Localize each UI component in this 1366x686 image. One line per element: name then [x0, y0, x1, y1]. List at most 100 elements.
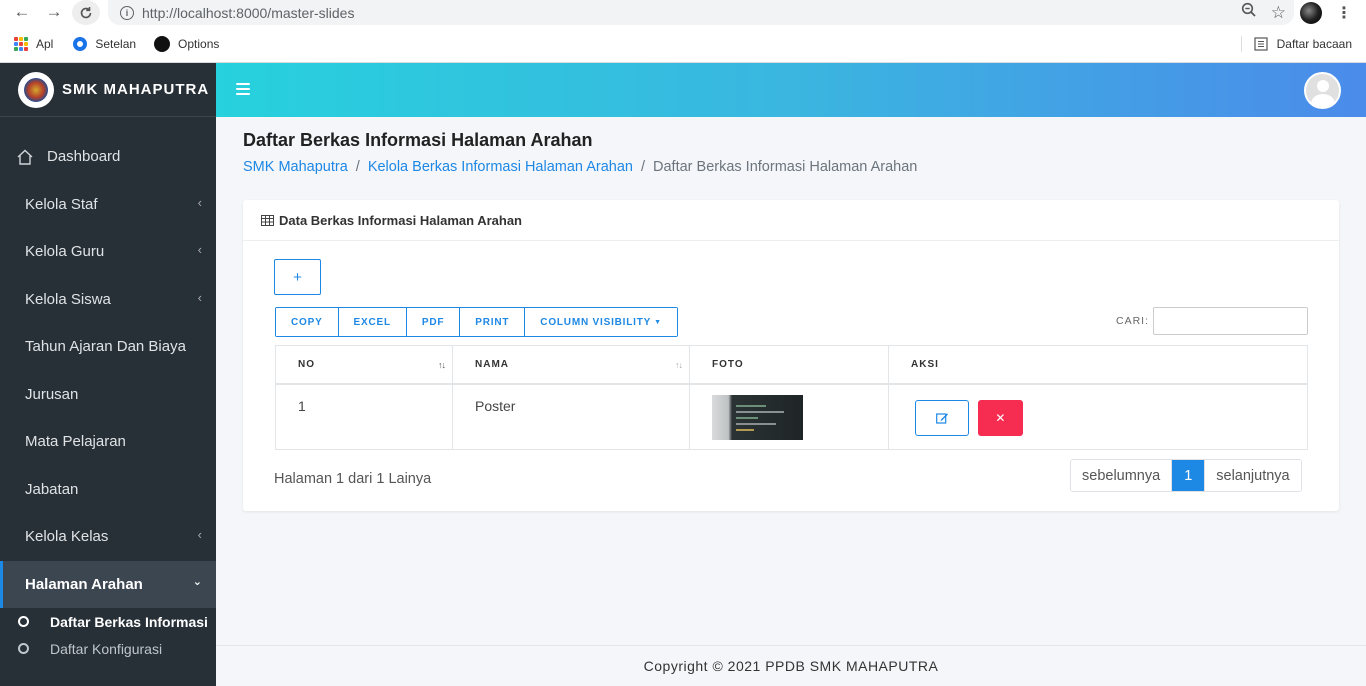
forward-icon[interactable]: → [44, 2, 64, 22]
poster-thumbnail[interactable] [712, 394, 803, 440]
card-title: Data Berkas Informasi Halaman Arahan [279, 212, 523, 228]
cell-nama: Poster [452, 383, 690, 450]
edit-icon [935, 412, 948, 424]
browser-toolbar: ← → i http://localhost:8000/master-slide… [0, 0, 1366, 25]
sidebar-item-mata-pelajaran[interactable]: Mata Pelajaran [0, 418, 216, 466]
breadcrumb-current: Daftar Berkas Informasi Halaman Arahan [653, 159, 918, 175]
table-icon [261, 214, 274, 226]
profile-avatar[interactable] [1300, 1, 1322, 24]
url-text: http://localhost:8000/master-slides [142, 4, 355, 21]
reading-list[interactable]: Daftar bacaan [1240, 25, 1352, 63]
sidebar-item-label: Tahun Ajaran Dan Biaya [25, 338, 186, 356]
sidebar-item-dashboard[interactable]: Dashboard [0, 133, 216, 181]
breadcrumb-link-home[interactable]: SMK Mahaputra [243, 159, 348, 175]
caret-down-icon: ▼ [654, 318, 662, 326]
cell-aksi: ✕ [888, 383, 1308, 450]
sidebar-subitem-label: Daftar Berkas Informasi [50, 613, 208, 630]
pagination-page-1[interactable]: 1 [1171, 460, 1205, 491]
brand[interactable]: SMK MAHAPUTRA [0, 63, 216, 117]
sidebar-subitem-daftar-konfigurasi[interactable]: Daftar Konfigurasi [0, 635, 216, 662]
page-title: Daftar Berkas Informasi Halaman Arahan [243, 130, 593, 150]
pagination: sebelumnya 1 selanjutnya [1070, 459, 1302, 492]
bookmarks-bar: Apl Setelan Options Daftar bacaan [0, 25, 1366, 63]
bookmark-star-icon[interactable]: ☆ [1271, 3, 1286, 23]
sidebar: SMK MAHAPUTRA Dashboard Kelola Staf ‹ Ke… [0, 63, 216, 686]
bookmark-settings[interactable]: Setelan [73, 36, 137, 51]
column-visibility-button[interactable]: COLUMN VISIBILITY ▼ [525, 308, 677, 336]
school-logo [18, 71, 54, 108]
chevron-left-icon: ‹ [197, 527, 202, 542]
reading-list-label: Daftar bacaan [1276, 37, 1352, 51]
settings-icon [73, 36, 88, 51]
copy-button[interactable]: COPY [276, 308, 339, 336]
back-icon[interactable]: ← [12, 2, 32, 22]
sidebar-item-kelola-staf[interactable]: Kelola Staf ‹ [0, 181, 216, 229]
export-button-group: COPY EXCEL PDF PRINT COLUMN VISIBILITY ▼ [275, 307, 678, 337]
brand-name: SMK MAHAPUTRA [62, 81, 210, 98]
bookmark-label: Apl [36, 36, 54, 51]
table-info: Halaman 1 dari 1 Lainya [274, 471, 432, 487]
site-info-icon[interactable]: i [120, 5, 134, 20]
sort-icon: ↑↓ [438, 360, 446, 370]
chevron-down-icon: ⌄ [192, 575, 202, 588]
cell-no: 1 [275, 383, 453, 450]
bookmark-options[interactable]: Options [154, 35, 220, 52]
circle-icon [18, 616, 29, 627]
breadcrumb-link-kelola[interactable]: Kelola Berkas Informasi Halaman Arahan [368, 159, 633, 175]
sidebar-item-jabatan[interactable]: Jabatan [0, 466, 216, 514]
add-button[interactable]: + [274, 259, 321, 295]
reading-list-icon [1254, 37, 1268, 51]
excel-button[interactable]: EXCEL [338, 308, 407, 336]
column-header-foto: FOTO [689, 345, 889, 385]
sidebar-item-kelola-kelas[interactable]: Kelola Kelas ‹ [0, 513, 216, 561]
delete-button[interactable]: ✕ [977, 399, 1023, 436]
search-label: CARI: [1116, 315, 1150, 327]
sidebar-item-label: Mata Pelajaran [25, 433, 126, 451]
sidebar-item-label: Halaman Arahan [25, 575, 143, 593]
data-card: Data Berkas Informasi Halaman Arahan + C… [243, 200, 1339, 511]
apps-icon [14, 36, 28, 51]
zoom-icon[interactable] [1241, 2, 1257, 23]
sidebar-item-jurusan[interactable]: Jurusan [0, 371, 216, 419]
sort-icon: ↑↓ [675, 360, 683, 370]
card-header: Data Berkas Informasi Halaman Arahan [243, 200, 1339, 241]
breadcrumb: SMK Mahaputra / Kelola Berkas Informasi … [243, 159, 918, 175]
chevron-left-icon: ‹ [197, 289, 202, 305]
sidebar-item-label: Kelola Siswa [25, 290, 111, 308]
bookmark-label: Setelan [95, 36, 137, 51]
github-icon [154, 35, 171, 52]
sidebar-subitem-daftar-berkas[interactable]: Daftar Berkas Informasi [0, 608, 216, 635]
sidebar-item-tahun-ajaran[interactable]: Tahun Ajaran Dan Biaya [0, 323, 216, 371]
edit-button[interactable] [915, 399, 969, 436]
pagination-next[interactable]: selanjutnya [1204, 460, 1301, 491]
search-input[interactable] [1153, 307, 1308, 335]
sidebar-subitem-label: Daftar Konfigurasi [50, 640, 163, 657]
sidebar-item-label: Kelola Staf [25, 195, 98, 213]
pagination-previous[interactable]: sebelumnya [1071, 460, 1172, 491]
home-icon [17, 149, 33, 165]
column-header-no[interactable]: NO ↑↓ [275, 345, 453, 385]
pdf-button[interactable]: PDF [406, 308, 461, 336]
more-menu-icon[interactable]: ⋮ [1336, 3, 1352, 23]
bookmark-apps[interactable]: Apl [14, 36, 54, 51]
chevron-left-icon: ‹ [197, 242, 202, 257]
hamburger-menu-icon[interactable] [236, 83, 250, 95]
sidebar-item-kelola-siswa[interactable]: Kelola Siswa ‹ [0, 276, 216, 324]
reload-icon[interactable] [72, 0, 100, 25]
column-header-nama[interactable]: NAMA ↑↓ [452, 345, 690, 385]
table-header-row: NO ↑↓ NAMA ↑↓ FOTO AKSI [275, 345, 1308, 385]
circle-icon [18, 643, 29, 654]
sidebar-item-label: Kelola Kelas [25, 528, 109, 546]
chevron-left-icon: ‹ [197, 194, 202, 210]
cell-foto [689, 383, 889, 450]
sidebar-item-label: Jabatan [25, 480, 79, 498]
sidebar-item-label: Dashboard [47, 148, 121, 166]
print-button[interactable]: PRINT [460, 308, 526, 336]
footer: Copyright © 2021 PPDB SMK MAHAPUTRA [216, 645, 1366, 686]
user-avatar[interactable] [1304, 72, 1341, 109]
bookmark-label: Options [178, 36, 220, 51]
sidebar-item-halaman-arahan[interactable]: Halaman Arahan ⌄ [0, 560, 216, 608]
sidebar-item-kelola-guru[interactable]: Kelola Guru ‹ [0, 228, 216, 276]
top-navbar [216, 63, 1366, 117]
address-bar[interactable]: i http://localhost:8000/master-slides [108, 0, 1294, 25]
